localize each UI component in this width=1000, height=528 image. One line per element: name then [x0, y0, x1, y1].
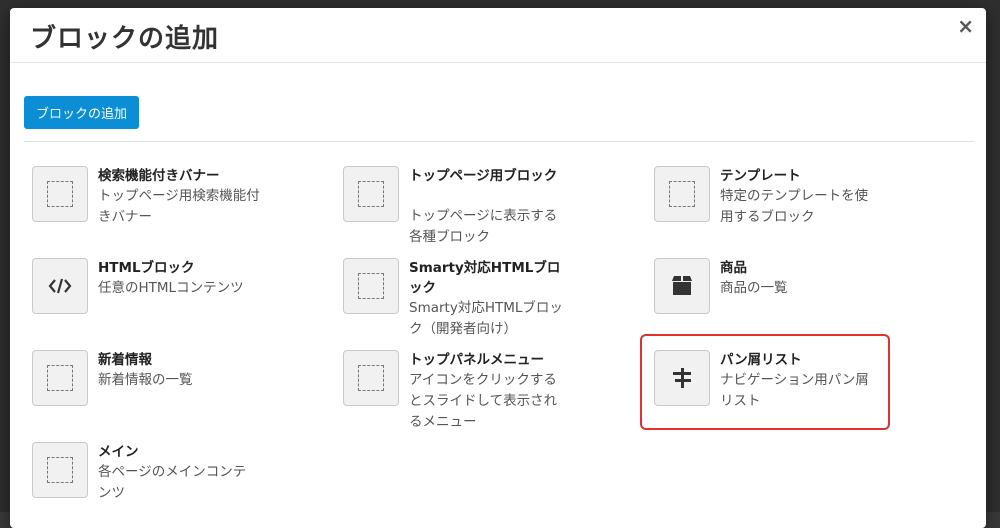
block-name: 商品: [720, 260, 747, 276]
dotted-square-icon: [343, 166, 399, 222]
block-name: Smarty対応HTMLブロック: [409, 260, 561, 296]
block-desc: 任意のHTMLコンテンツ: [98, 280, 244, 296]
block-name: 新着情報: [98, 352, 152, 368]
block-desc: Smarty対応HTMLブロック（開発者向け）: [409, 300, 563, 337]
block-desc: アイコンをクリックするとスライドして表示されるメニュー: [409, 372, 558, 430]
block-name: パン屑リスト: [720, 352, 802, 368]
block-desc: 商品の一覧: [720, 280, 788, 296]
add-block-modal: ブロックの追加 × ブロックの追加 検索機能付きバナー トップページ用検索機能付…: [10, 8, 986, 528]
dotted-square-icon: [32, 442, 88, 498]
add-block-button[interactable]: ブロックの追加: [24, 96, 140, 129]
block-item-smarty-html[interactable]: Smarty対応HTMLブロック Smarty対応HTMLブロック（開発者向け）: [343, 258, 623, 344]
block-item-template[interactable]: テンプレート 特定のテンプレートを使用するブロック: [654, 166, 934, 252]
block-item-top-panel-menu[interactable]: トップパネルメニュー アイコンをクリックするとスライドして表示されるメニュー: [343, 350, 623, 436]
dotted-square-icon: [654, 166, 710, 222]
block-name: トップページ用ブロック: [409, 168, 558, 184]
divider: [24, 141, 974, 142]
block-item-news[interactable]: 新着情報 新着情報の一覧: [32, 350, 312, 436]
code-icon: [32, 258, 88, 314]
block-desc: トップページに表示する各種ブロック: [409, 208, 558, 245]
block-desc: 特定のテンプレートを使用するブロック: [720, 188, 869, 225]
close-button[interactable]: ×: [957, 14, 974, 38]
block-desc: 各ページのメインコンテンツ: [98, 464, 247, 501]
modal-title: ブロックの追加: [30, 24, 220, 54]
block-item-search-banner[interactable]: 検索機能付きバナー トップページ用検索機能付きバナー: [32, 166, 312, 252]
block-item-top-page-block[interactable]: トップページ用ブロック トップページに表示する各種ブロック: [343, 166, 623, 252]
dotted-square-icon: [343, 258, 399, 314]
dotted-square-icon: [32, 166, 88, 222]
block-item-breadcrumb[interactable]: パン屑リスト ナビゲーション用パン屑リスト: [654, 350, 934, 436]
block-name: HTMLブロック: [98, 260, 195, 276]
modal-header: ブロックの追加 ×: [10, 8, 986, 63]
dotted-square-icon: [343, 350, 399, 406]
block-item-html-block[interactable]: HTMLブロック 任意のHTMLコンテンツ: [32, 258, 312, 344]
block-name: テンプレート: [720, 168, 801, 184]
block-name: メイン: [98, 444, 139, 460]
dotted-square-icon: [32, 350, 88, 406]
block-name: 検索機能付きバナー: [98, 168, 220, 184]
block-desc: ナビゲーション用パン屑リスト: [720, 372, 869, 409]
box-icon: [654, 258, 710, 314]
block-item-products[interactable]: 商品 商品の一覧: [654, 258, 934, 344]
signpost-icon: [654, 350, 710, 406]
block-desc: トップページ用検索機能付きバナー: [98, 188, 260, 225]
block-name: トップパネルメニュー: [409, 352, 544, 368]
block-desc: 新着情報の一覧: [98, 372, 193, 388]
block-item-main[interactable]: メイン 各ページのメインコンテンツ: [32, 442, 312, 528]
